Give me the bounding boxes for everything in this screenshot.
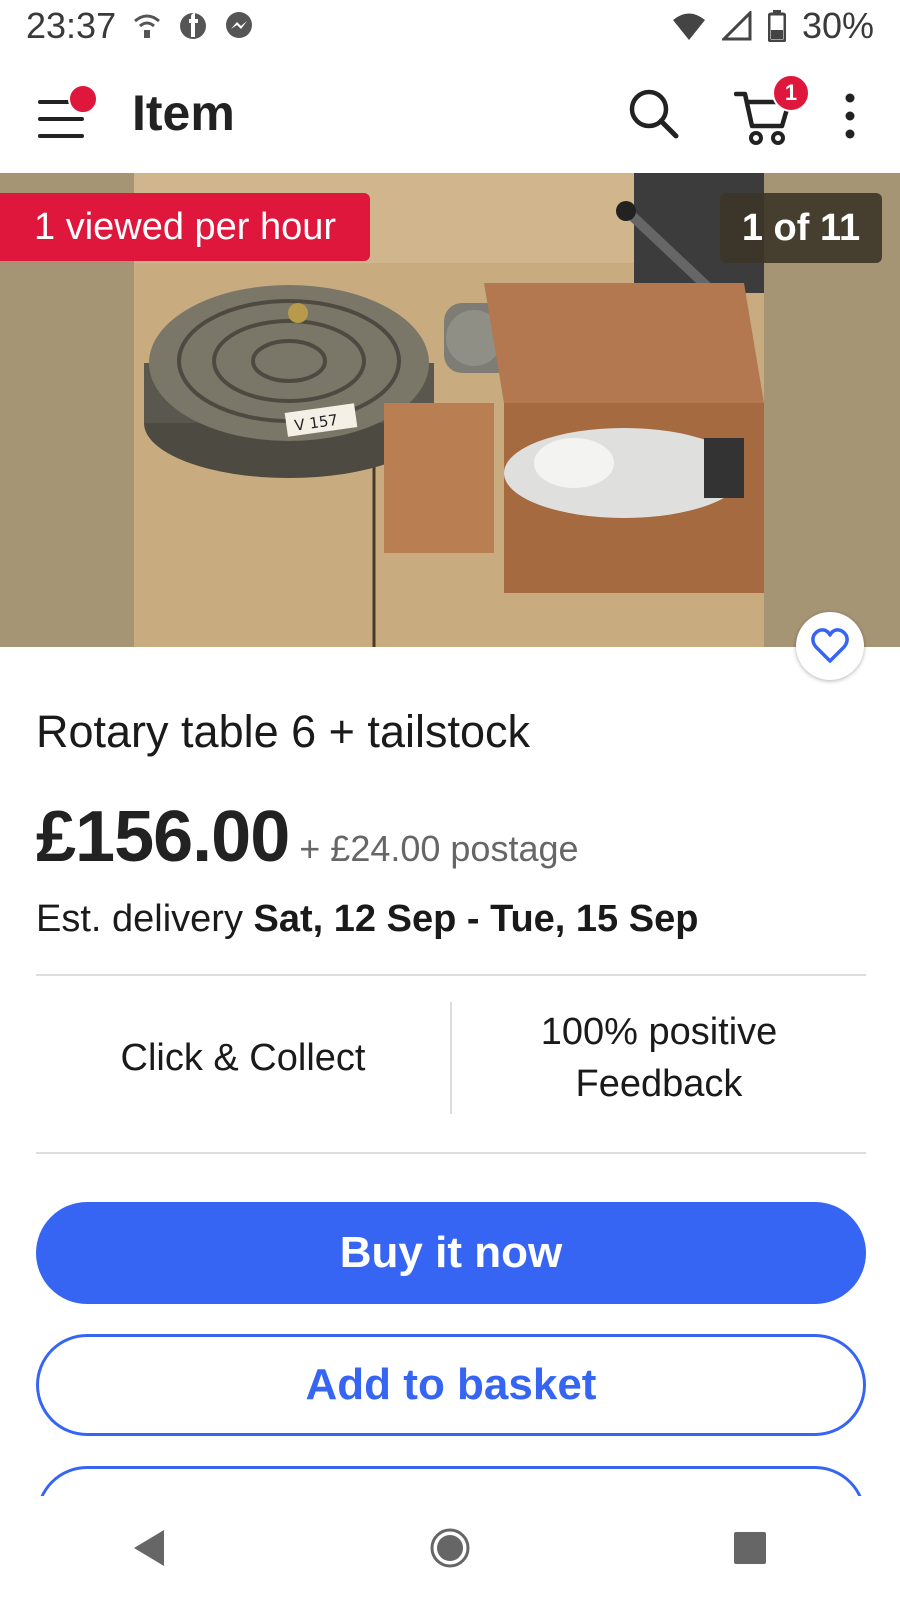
- feedback-info: 100% positive Feedback: [452, 1002, 866, 1114]
- feedback-line-1: 100% positive: [540, 1011, 778, 1053]
- views-badge: 1 viewed per hour: [0, 193, 371, 261]
- postage-cost: + £24.00 postage: [299, 828, 579, 869]
- click-collect-label: Click & Collect: [120, 1037, 366, 1079]
- status-bar: 23:37 30%: [0, 0, 900, 52]
- watch-button[interactable]: [796, 612, 864, 680]
- image-counter: 1 of 11: [720, 193, 882, 263]
- back-button[interactable]: [120, 1518, 180, 1578]
- divider: [36, 974, 866, 976]
- more-options-button[interactable]: [838, 90, 862, 142]
- add-to-basket-button[interactable]: Add to basket: [36, 1334, 866, 1436]
- back-icon: [134, 1530, 164, 1566]
- battery-icon: [767, 10, 786, 42]
- cart-button[interactable]: 1: [734, 74, 810, 150]
- feedback-line-2: Feedback: [575, 1063, 743, 1105]
- menu-button[interactable]: [36, 84, 98, 146]
- search-icon: [629, 89, 679, 139]
- signal-icon: [721, 11, 752, 41]
- recents-button[interactable]: [720, 1518, 780, 1578]
- home-icon: [430, 1528, 470, 1568]
- seller-info-row: Click & Collect 100% positive Feedback: [36, 1002, 866, 1114]
- battery-percent: 30%: [801, 5, 874, 46]
- wifi-hotspot-icon: [132, 11, 162, 41]
- heart-icon: [811, 628, 849, 663]
- delivery-dates: Sat, 12 Sep - Tue, 15 Sep: [253, 898, 699, 940]
- buy-now-button[interactable]: Buy it now: [36, 1202, 866, 1304]
- item-title: Rotary table 6 + tailstock: [36, 706, 530, 757]
- item-price: £156.00: [36, 797, 290, 877]
- notification-dot: [68, 84, 98, 114]
- home-button[interactable]: [420, 1518, 480, 1578]
- messenger-icon: [224, 11, 254, 41]
- divider: [36, 1152, 866, 1154]
- search-button[interactable]: [626, 86, 686, 146]
- system-nav-bar: [0, 1496, 900, 1600]
- app-bar: Item 1: [0, 60, 900, 172]
- status-right: 30%: [672, 5, 874, 47]
- delivery-estimate: Est. delivery Sat, 12 Sep - Tue, 15 Sep: [36, 898, 698, 941]
- more-vert-icon: [845, 93, 855, 139]
- page-title: Item: [132, 85, 235, 141]
- wifi-icon: [672, 11, 706, 41]
- delivery-label: Est. delivery: [36, 898, 243, 940]
- cart-count-badge: 1: [772, 74, 810, 112]
- facebook-icon: [178, 11, 208, 41]
- recents-icon: [734, 1532, 766, 1564]
- price-row: £156.00 + £24.00 postage: [36, 796, 579, 878]
- click-collect-info: Click & Collect: [36, 1002, 450, 1114]
- image-gallery[interactable]: V 157 1 viewed per hour 1 of 11: [0, 173, 900, 647]
- status-time: 23:37: [26, 5, 117, 46]
- status-left: 23:37: [26, 5, 254, 47]
